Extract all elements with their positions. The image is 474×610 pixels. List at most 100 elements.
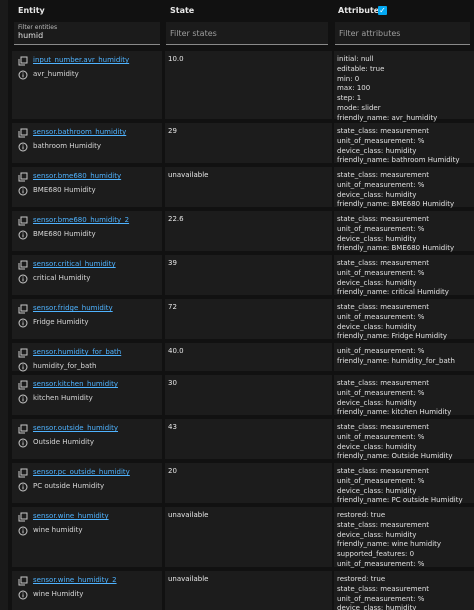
- table-row: sensor.humidity_for_bath humidity_for_bat…: [0, 343, 474, 372]
- state-column-header: State: [170, 6, 195, 15]
- info-icon[interactable]: [18, 526, 28, 536]
- attributes-cell: state_class: measurement unit_of_measurem…: [334, 255, 474, 298]
- state-value: 43: [168, 423, 177, 431]
- attribute-line: unit_of_measurement: %: [337, 388, 425, 397]
- attribute-list: state_class: measurement unit_of_measurem…: [337, 423, 453, 462]
- info-icon[interactable]: [18, 394, 28, 404]
- entity-id-link[interactable]: sensor.wine_humidity: [33, 512, 109, 520]
- attribute-line: unit_of_measurement: %: [337, 559, 425, 568]
- info-icon[interactable]: [18, 362, 28, 372]
- attribute-line: state_class: measurement: [337, 379, 430, 387]
- info-icon[interactable]: [18, 274, 28, 284]
- states-table: Entity State Attributes ✓ Filter entitie…: [0, 0, 474, 610]
- entity-id-link[interactable]: sensor.bathroom_humidity: [33, 128, 126, 136]
- attributes-toggle-checkbox[interactable]: ✓: [378, 6, 387, 15]
- info-icon[interactable]: [18, 438, 28, 448]
- entity-id-link[interactable]: sensor.humidity_for_bath: [33, 348, 121, 356]
- attributes-cell: initial: null editable: true min: 0 max: 10…: [334, 51, 474, 122]
- attribute-line: device_class: humidity: [337, 322, 417, 331]
- filter-states-input[interactable]: [170, 29, 300, 38]
- copy-icon[interactable]: [18, 128, 28, 138]
- attribute-line: device_class: humidity: [337, 398, 417, 407]
- entity-id-link[interactable]: sensor.critical_humidity: [33, 260, 116, 268]
- table-row: sensor.kitchen_humidity kitchen Humidity 3…: [0, 375, 474, 416]
- info-icon[interactable]: [18, 142, 28, 152]
- copy-icon[interactable]: [18, 56, 28, 66]
- attribute-line: unit_of_measurement: %: [337, 432, 425, 441]
- attribute-line: device_class: humidity: [337, 190, 417, 199]
- copy-icon[interactable]: [18, 260, 28, 270]
- entity-cell: input_number.avr_humidity avr_humidity: [12, 51, 162, 119]
- table-row: sensor.bathroom_humidity bathroom Humidit…: [0, 123, 474, 165]
- entity-id-link[interactable]: sensor.outside_humidity: [33, 424, 118, 432]
- copy-icon[interactable]: [18, 424, 28, 434]
- attribute-list: state_class: measurement unit_of_measurem…: [337, 259, 449, 298]
- entity-id-link[interactable]: sensor.wine_humidity_2: [33, 576, 117, 584]
- copy-icon[interactable]: [18, 576, 28, 586]
- entity-id-link[interactable]: sensor.kitchen_humidity: [33, 380, 118, 388]
- friendly-name: BME680 Humidity: [33, 186, 96, 194]
- state-value: 30: [168, 379, 177, 387]
- attribute-line: friendly_name: humidity_for_bath: [337, 356, 455, 365]
- attribute-line: state_class: measurement: [337, 467, 430, 475]
- attribute-line: state_class: measurement: [337, 423, 430, 431]
- entity-column-header: Entity: [18, 6, 45, 15]
- copy-icon[interactable]: [18, 348, 28, 358]
- attribute-line: step: 1: [337, 94, 362, 103]
- attribute-line: state_class: measurement: [337, 520, 430, 529]
- attributes-cell: state_class: measurement unit_of_measurem…: [334, 375, 474, 416]
- copy-icon[interactable]: [18, 216, 28, 226]
- attribute-line: friendly_name: Fridge Humidity: [337, 332, 447, 341]
- copy-icon[interactable]: [18, 304, 28, 314]
- attribute-line: friendly_name: bathroom Humidity: [337, 156, 460, 165]
- attribute-line: restored: true: [337, 575, 386, 583]
- attribute-line: state_class: measurement: [337, 127, 430, 135]
- state-value: unavailable: [168, 511, 209, 519]
- copy-icon[interactable]: [18, 172, 28, 182]
- attributes-cell: state_class: measurement unit_of_measurem…: [334, 419, 474, 462]
- friendly-name: wine humidity: [33, 526, 83, 534]
- state-cell: 29: [165, 123, 332, 163]
- entity-id-link[interactable]: input_number.avr_humidity: [33, 56, 129, 64]
- copy-icon[interactable]: [18, 380, 28, 390]
- attribute-line: restored: true: [337, 511, 386, 519]
- state-cell: 39: [165, 255, 332, 295]
- state-cell: unavailable: [165, 167, 332, 207]
- attribute-line: unit_of_measurement: %: [337, 594, 425, 603]
- table-row: sensor.wine_humiditywine humidity unavail…: [0, 507, 474, 568]
- attribute-line: state_class: measurement: [337, 215, 430, 223]
- attribute-line: unit_of_measurement: %: [337, 476, 425, 485]
- entity-cell: sensor.humidity_for_bath humidity_for_bat…: [12, 343, 162, 372]
- attribute-list: state_class: measurement unit_of_measurem…: [337, 303, 447, 342]
- copy-icon[interactable]: [18, 512, 28, 522]
- filter-entities-field[interactable]: Filter entities: [14, 22, 160, 45]
- info-icon[interactable]: [18, 70, 28, 80]
- attribute-line: unit_of_measurement: %: [337, 347, 425, 355]
- filter-states-field[interactable]: [166, 22, 328, 45]
- table-row: sensor.wine_humidity_2 wine Humidity unava…: [0, 571, 474, 610]
- info-icon[interactable]: [18, 230, 28, 240]
- attribute-line: device_class: humidity: [337, 530, 417, 539]
- filter-attributes-field[interactable]: [335, 22, 470, 45]
- filter-attributes-input[interactable]: [339, 29, 469, 38]
- entity-id-link[interactable]: sensor.fridge_humidity: [33, 304, 113, 312]
- filter-entities-input[interactable]: [18, 31, 148, 40]
- info-icon[interactable]: [18, 482, 28, 492]
- attribute-list: state_class: measurement unit_of_measurem…: [337, 467, 463, 506]
- attribute-line: state_class: measurement: [337, 303, 430, 311]
- attributes-cell: state_class: measurement unit_of_measurem…: [334, 463, 474, 506]
- info-icon[interactable]: [18, 186, 28, 196]
- state-value: 40.0: [168, 347, 184, 355]
- attribute-line: mode: slider: [337, 103, 381, 112]
- attribute-line: friendly_name: wine humidity: [337, 540, 442, 549]
- copy-icon[interactable]: [18, 468, 28, 478]
- info-icon[interactable]: [18, 318, 28, 328]
- info-icon[interactable]: [18, 590, 28, 600]
- entity-id-link[interactable]: sensor.bme680_humidity_2: [33, 216, 129, 224]
- entity-cell: sensor.wine_humiditywine humidity: [12, 507, 162, 567]
- entity-id-link[interactable]: sensor.pc_outside_humidity: [33, 468, 130, 476]
- attribute-line: state_class: measurement: [337, 584, 430, 593]
- friendly-name: avr_humidity: [33, 70, 79, 78]
- table-row: sensor.bme680_humidity BME680 Humidity una…: [0, 167, 474, 208]
- entity-id-link[interactable]: sensor.bme680_humidity: [33, 172, 121, 180]
